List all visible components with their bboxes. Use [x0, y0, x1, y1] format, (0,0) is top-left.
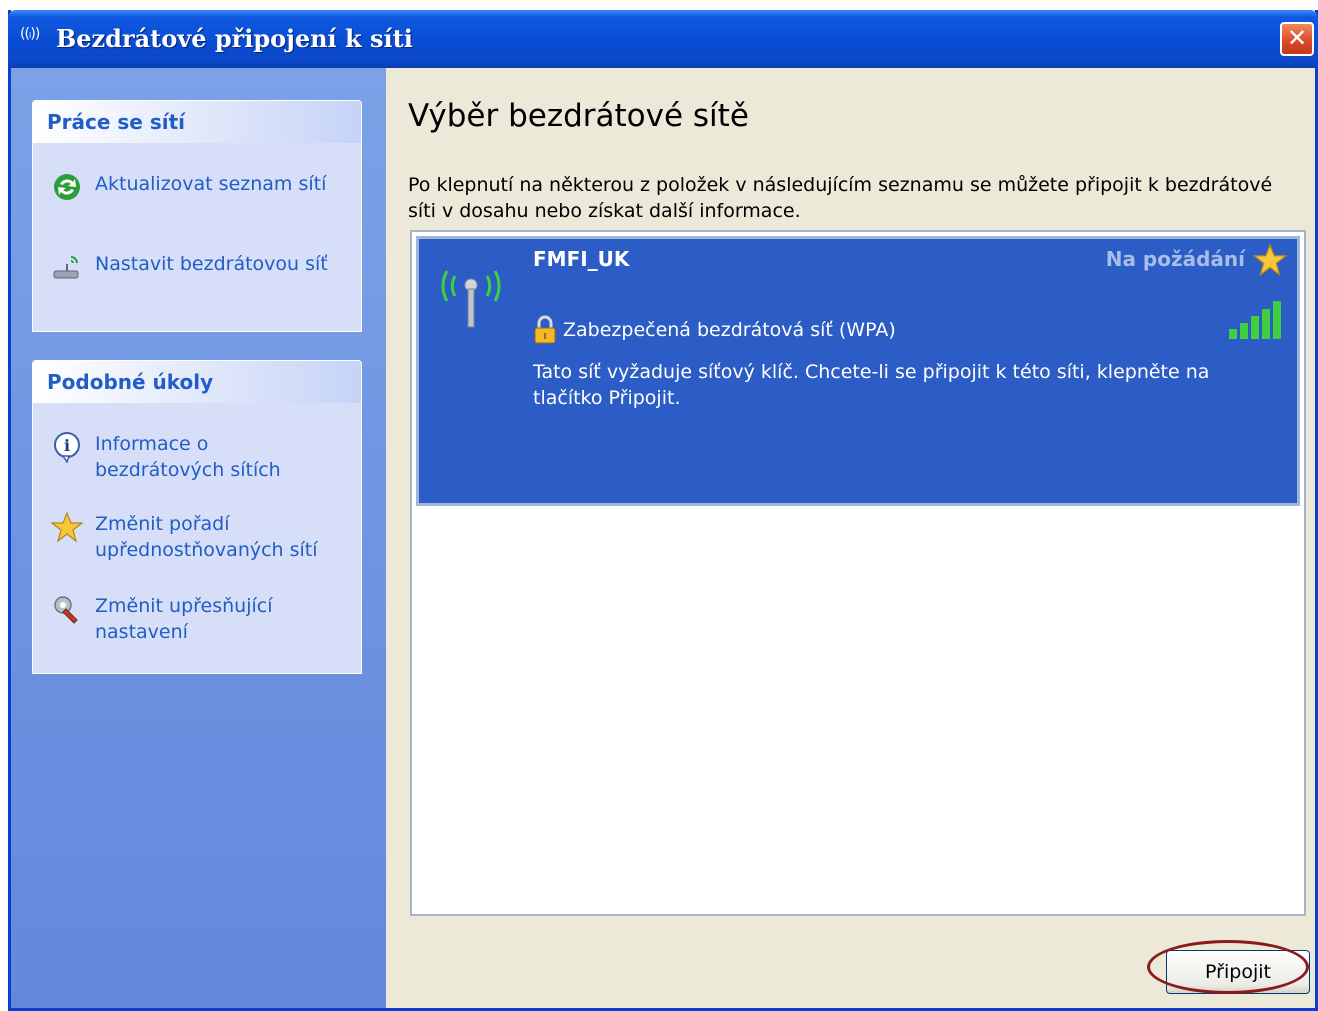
network-security: Zabezpečená bezdrátová síť (WPA) [533, 315, 896, 345]
network-list[interactable]: FMFI_UK Na požádání Zabezpečená bezdráto… [410, 230, 1306, 916]
change-advanced-settings-link[interactable]: Změnit upřesňující nastavení [51, 593, 272, 645]
network-item-fmfi-uk[interactable]: FMFI_UK Na požádání Zabezpečená bezdráto… [416, 236, 1300, 506]
change-preferred-order-label-line2: upřednostňovaných sítí [95, 539, 318, 561]
task-sidebar: Práce se sítí Aktualizovat seznam sítí N… [11, 68, 386, 1008]
preferred-star-icon [1253, 243, 1287, 277]
star-icon [51, 511, 83, 543]
refresh-network-list-label: Aktualizovat seznam sítí [95, 173, 327, 195]
network-tasks-panel: Práce se sítí Aktualizovat seznam sítí N… [32, 100, 362, 332]
wireless-info-link[interactable]: i Informace o bezdrátových sítích [51, 431, 281, 483]
wireless-signal-icon [441, 270, 501, 328]
settings-icon [51, 593, 83, 625]
info-icon: i [51, 431, 83, 463]
network-preference: Na požádání [1105, 247, 1245, 271]
network-tasks-header: Práce se sítí [33, 101, 361, 143]
title-bar: ((ᵢ)) Bezdrátové připojení k síti ✕ [8, 10, 1318, 68]
signal-strength-icon [1229, 301, 1281, 339]
related-tasks-header: Podobné úkoly [33, 361, 361, 403]
wireless-info-label-line1: Informace o [95, 433, 209, 455]
change-preferred-order-label-line1: Změnit pořadí [95, 513, 230, 535]
page-title: Výběr bezdrátové sítě [408, 98, 749, 134]
network-name: FMFI_UK [533, 247, 630, 271]
window-title: Bezdrátové připojení k síti [56, 24, 413, 53]
setup-wireless-network-link[interactable]: Nastavit bezdrátovou síť [51, 251, 328, 283]
wireless-setup-icon [51, 251, 83, 283]
wireless-info-label-line2: bezdrátových sítích [95, 459, 281, 481]
wireless-network-window: ((ᵢ)) Bezdrátové připojení k síti ✕ Prác… [8, 10, 1318, 1011]
wireless-icon: ((ᵢ)) [20, 26, 40, 42]
connect-button[interactable]: Připojit [1166, 950, 1310, 994]
network-info: Tato síť vyžaduje síťový klíč. Chcete-li… [533, 361, 1210, 409]
network-security-label: Zabezpečená bezdrátová síť (WPA) [563, 319, 896, 341]
setup-wireless-network-label: Nastavit bezdrátovou síť [95, 253, 328, 275]
change-advanced-settings-label-line2: nastavení [95, 621, 188, 643]
page-description: Po klepnutí na některou z položek v násl… [408, 174, 1273, 222]
close-button[interactable]: ✕ [1280, 22, 1314, 56]
lock-icon [534, 315, 556, 344]
refresh-icon [51, 171, 83, 203]
change-advanced-settings-label-line1: Změnit upřesňující [95, 595, 273, 617]
change-preferred-order-link[interactable]: Změnit pořadí upřednostňovaných sítí [51, 511, 318, 563]
close-icon: ✕ [1286, 24, 1308, 52]
main-content: Výběr bezdrátové sítě Po klepnutí na něk… [386, 68, 1312, 1008]
refresh-network-list-link[interactable]: Aktualizovat seznam sítí [51, 171, 326, 203]
related-tasks-panel: Podobné úkoly i Informace o bezdrátových… [32, 360, 362, 674]
svg-text:i: i [64, 436, 70, 455]
